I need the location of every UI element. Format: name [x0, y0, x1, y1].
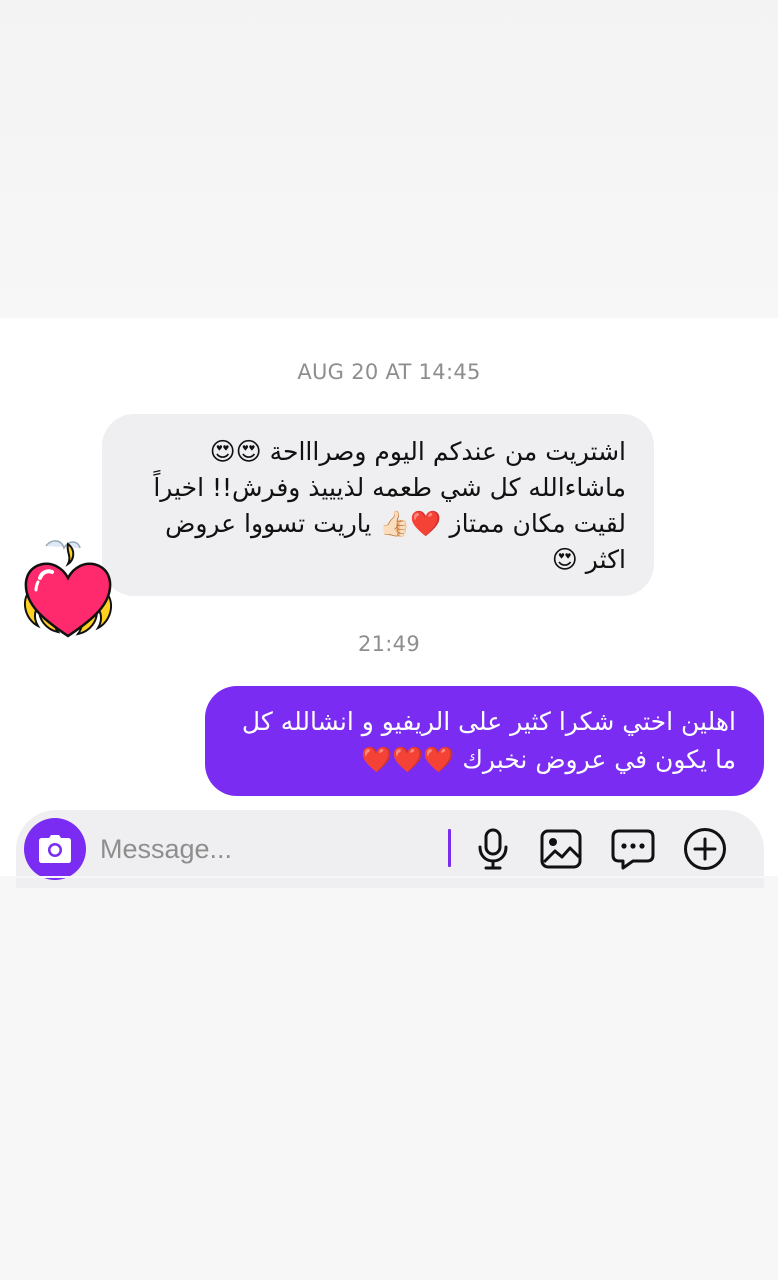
message-input[interactable]: [100, 826, 430, 872]
screenshot-crop-edge: [0, 876, 778, 878]
message-timestamp: AUG 20 AT 14:45: [297, 360, 481, 384]
microphone-button[interactable]: [470, 826, 516, 872]
screen-top-area: [0, 0, 778, 318]
add-button[interactable]: [682, 826, 728, 872]
gallery-icon: [540, 829, 582, 869]
microphone-icon: [478, 828, 508, 870]
sticker-icon: [611, 829, 655, 870]
plus-icon: [684, 828, 726, 870]
screen-bottom-area: [0, 876, 778, 1280]
flaming-heart-avatar-icon: [23, 540, 113, 638]
gallery-button[interactable]: [538, 826, 584, 872]
camera-icon: [39, 835, 71, 863]
text-cursor: [448, 829, 451, 867]
outgoing-message-text: اهلين اختي شكرا كثير على الريفيو و انشال…: [241, 707, 736, 774]
incoming-message-bubble[interactable]: اشتريت من عندكم اليوم وصراااحة 😍😍 ماشاءا…: [102, 414, 654, 596]
sticker-button[interactable]: [610, 826, 656, 872]
sender-avatar[interactable]: [18, 536, 118, 646]
outgoing-message-bubble[interactable]: اهلين اختي شكرا كثير على الريفيو و انشال…: [205, 686, 764, 796]
message-timestamp: 21:49: [357, 632, 421, 656]
incoming-message-text: اشتريت من عندكم اليوم وصراااحة 😍😍 ماشاءا…: [153, 437, 626, 574]
camera-button[interactable]: [24, 818, 86, 880]
